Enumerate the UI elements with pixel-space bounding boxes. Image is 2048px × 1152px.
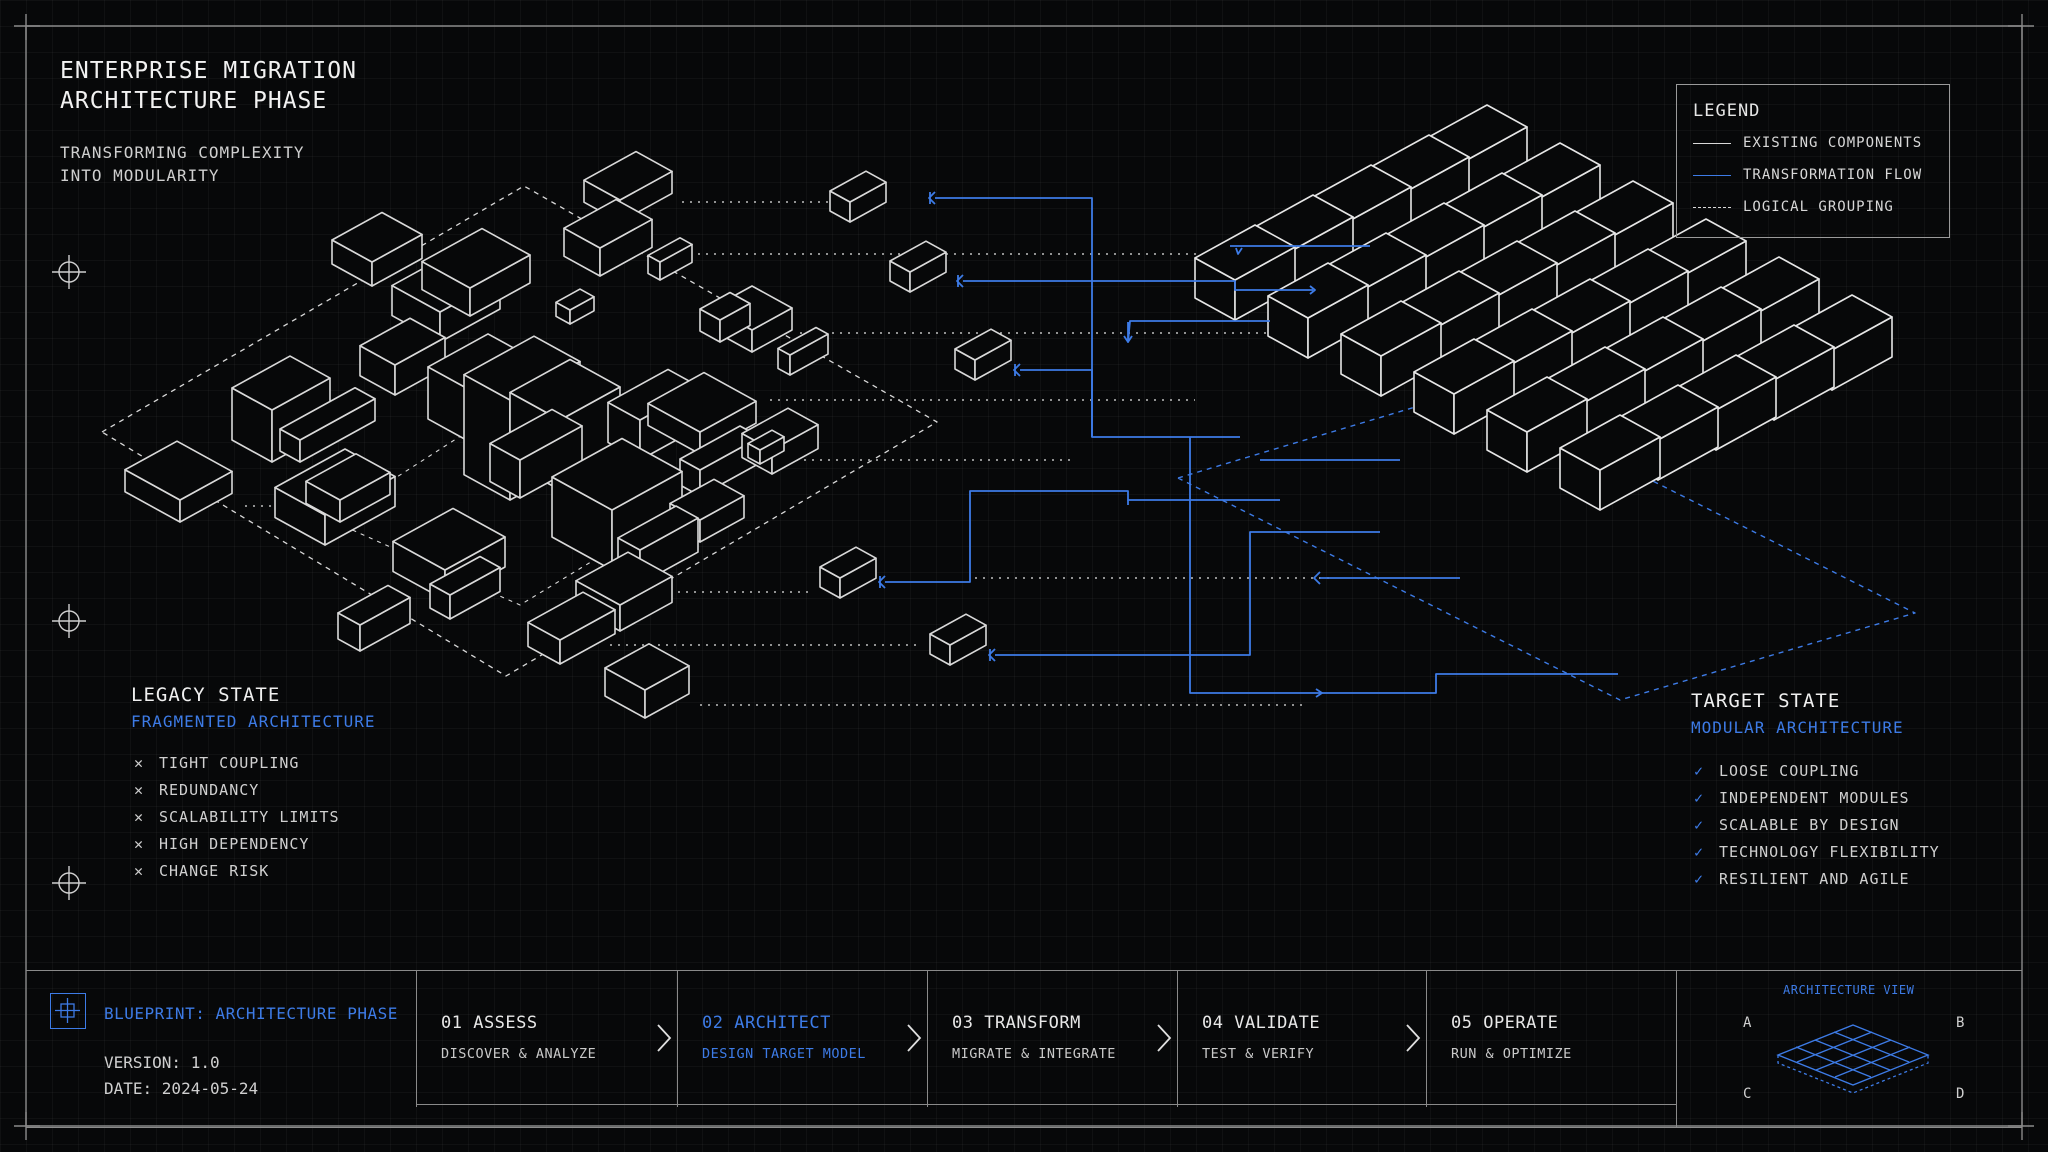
step-transform[interactable]: 03 TRANSFORM MIGRATE & INTEGRATE	[927, 971, 1178, 1107]
page-subtitle: TRANSFORMING COMPLEXITY INTO MODULARITY	[60, 143, 305, 185]
check-icon: ✓	[1693, 761, 1705, 780]
isometric-grid-icon	[1776, 1024, 1930, 1094]
chevron-right-icon	[907, 1024, 922, 1052]
x-icon: ✕	[133, 753, 145, 772]
legacy-block	[889, 240, 947, 293]
list-item: ✓ TECHNOLOGY FLEXIBILITY	[1691, 838, 1940, 865]
legacy-block	[819, 546, 877, 599]
check-icon: ✓	[1693, 788, 1705, 807]
chevron-right-icon	[657, 1024, 672, 1052]
legacy-state-panel: LEGACY STATE FRAGMENTED ARCHITECTURE ✕ TI…	[131, 684, 376, 884]
step-validate[interactable]: 04 VALIDATE TEST & VERIFY	[1177, 971, 1427, 1107]
crosshair-icon	[52, 866, 86, 900]
step-assess[interactable]: 01 ASSESS DISCOVER & ANALYZE	[416, 971, 678, 1107]
date-label: DATE: 2024-05-24	[104, 1079, 259, 1098]
legacy-block	[929, 613, 987, 666]
legend-item-grouping: LOGICAL GROUPING	[1693, 199, 1894, 215]
target-subtitle: MODULAR ARCHITECTURE	[1691, 718, 1904, 737]
list-item: ✓ LOOSE COUPLING	[1691, 757, 1940, 784]
legacy-block	[555, 288, 595, 325]
legacy-block	[331, 211, 423, 287]
corner-c: C	[1743, 1086, 1752, 1102]
target-benefit-list: ✓ LOOSE COUPLING ✓ INDEPENDENT MODULES ✓ SC…	[1691, 757, 1940, 892]
x-icon: ✕	[133, 834, 145, 853]
check-icon: ✓	[1693, 842, 1705, 861]
chevron-right-icon	[1157, 1024, 1172, 1052]
chevron-right-icon	[1406, 1024, 1421, 1052]
dashed-line-swatch	[1693, 206, 1731, 208]
version-label: VERSION: 1.0	[104, 1053, 220, 1072]
target-state-panel: TARGET STATE MODULAR ARCHITECTURE ✓ LOOSE…	[1691, 690, 1940, 892]
legacy-subtitle: FRAGMENTED ARCHITECTURE	[131, 712, 376, 731]
corner-a: A	[1743, 1015, 1752, 1031]
legacy-title: LEGACY STATE	[131, 684, 281, 706]
legend-item-flow: TRANSFORMATION FLOW	[1693, 167, 1922, 183]
corner-b: B	[1956, 1015, 1965, 1031]
list-item: ✕ HIGH DEPENDENCY	[131, 830, 376, 857]
legend-box: LEGEND EXISTING COMPONENTS TRANSFORMATIO…	[1676, 84, 1950, 238]
legacy-block	[604, 642, 690, 719]
footer-bar: BLUEPRINT: ARCHITECTURE PHASE VERSION: 1…	[26, 970, 2022, 1128]
list-item: ✓ INDEPENDENT MODULES	[1691, 784, 1940, 811]
x-icon: ✕	[133, 780, 145, 799]
list-item: ✕ SCALABILITY LIMITS	[131, 803, 376, 830]
blueprint-icon	[50, 993, 86, 1029]
architecture-view-panel[interactable]: ARCHITECTURE VIEW A B C D	[1676, 971, 2023, 1127]
check-icon: ✓	[1693, 869, 1705, 888]
legacy-block	[829, 170, 887, 223]
solid-line-swatch	[1693, 142, 1731, 144]
blue-line-swatch	[1693, 174, 1731, 176]
x-icon: ✕	[133, 807, 145, 826]
list-item: ✕ CHANGE RISK	[131, 857, 376, 884]
check-icon: ✓	[1693, 815, 1705, 834]
x-icon: ✕	[133, 861, 145, 880]
list-item: ✓ RESILIENT AND AGILE	[1691, 865, 1940, 892]
list-item: ✕ REDUNDANCY	[131, 776, 376, 803]
step-architect[interactable]: 02 ARCHITECT DESIGN TARGET MODEL	[677, 971, 928, 1107]
legacy-block	[777, 326, 829, 376]
list-item: ✓ SCALABLE BY DESIGN	[1691, 811, 1940, 838]
step-operate[interactable]: 05 OPERATE RUN & OPTIMIZE	[1426, 971, 1677, 1107]
legend-title: LEGEND	[1693, 101, 1761, 121]
legend-item-existing: EXISTING COMPONENTS	[1693, 135, 1922, 151]
target-title: TARGET STATE	[1691, 690, 1841, 712]
steps-baseline	[416, 1104, 1676, 1105]
legacy-block	[954, 328, 1012, 381]
legacy-block	[337, 584, 411, 652]
crosshair-icon	[52, 255, 86, 289]
blueprint-title: BLUEPRINT: ARCHITECTURE PHASE	[104, 1004, 398, 1023]
legacy-block	[124, 440, 233, 523]
legacy-block	[647, 237, 693, 281]
legacy-issue-list: ✕ TIGHT COUPLING ✕ REDUNDANCY ✕ SCALABILITY…	[131, 749, 376, 884]
page-title: ENTERPRISE MIGRATION ARCHITECTURE PHASE	[60, 58, 357, 114]
crosshair-icons	[52, 255, 86, 900]
crosshair-icon	[52, 604, 86, 638]
corner-d: D	[1956, 1086, 1965, 1102]
legacy-component-blocks	[124, 150, 1012, 719]
architecture-view-title: ARCHITECTURE VIEW	[1783, 983, 1915, 997]
list-item: ✕ TIGHT COUPLING	[131, 749, 376, 776]
legacy-block	[527, 591, 616, 665]
